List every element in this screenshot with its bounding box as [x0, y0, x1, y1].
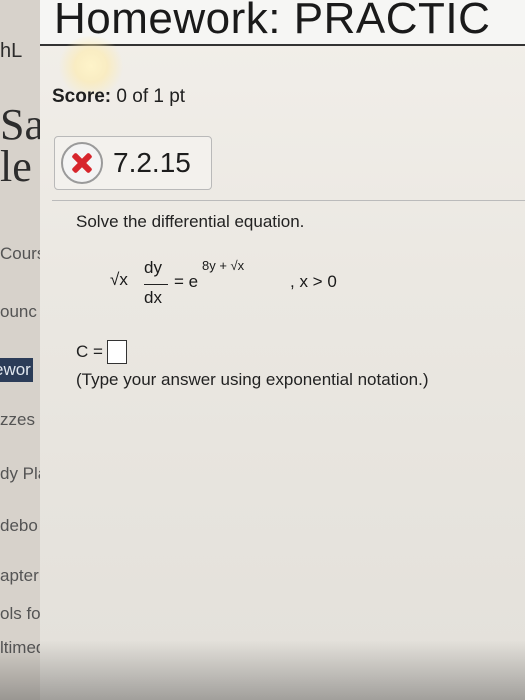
- answer-input[interactable]: [106, 340, 127, 364]
- photo-vignette: [0, 640, 525, 700]
- sidebar-header-text: hL: [0, 40, 23, 62]
- equation-denominator: dx: [144, 288, 162, 307]
- differential-equation: √x dy dx = e 8y + √x , x > 0: [110, 258, 430, 328]
- answer-hint: (Type your answer using exponential nota…: [76, 370, 429, 389]
- page-title: Homework: PRACTIC: [54, 0, 491, 43]
- sidebar-item-chapter[interactable]: apter: [0, 566, 39, 586]
- score-display: Score: 0 of 1 pt: [52, 86, 185, 108]
- sidebar-item-gradebook[interactable]: debo: [0, 516, 38, 536]
- answer-row: C =: [76, 340, 127, 364]
- fraction-bar: [144, 284, 168, 285]
- sidebar-item-course-home[interactable]: Cours: [0, 244, 45, 264]
- equation-equals: = e: [174, 272, 199, 291]
- score-value: 0 of 1 pt: [116, 86, 186, 107]
- sidebar-course-title: Sa le: [0, 100, 44, 191]
- sidebar-item-quizzes[interactable]: zzes: [0, 410, 35, 430]
- equation-condition: , x > 0: [290, 272, 337, 291]
- question-prompt: Solve the differential equation.: [76, 212, 305, 231]
- equation-exponent: 8y + √x: [202, 258, 245, 273]
- answer-label: C =: [76, 342, 103, 361]
- incorrect-x-icon: [61, 142, 103, 184]
- equation-numerator: dy: [144, 258, 162, 277]
- score-label: Score:: [52, 86, 112, 107]
- equation-radical: √x: [110, 270, 128, 289]
- question-id-box[interactable]: 7.2.15: [54, 136, 212, 190]
- question-number: 7.2.15: [113, 147, 191, 178]
- divider: [52, 200, 525, 201]
- sidebar-item-homework[interactable]: ewor: [0, 358, 33, 382]
- sidebar-item-announcements[interactable]: ounc: [0, 302, 37, 322]
